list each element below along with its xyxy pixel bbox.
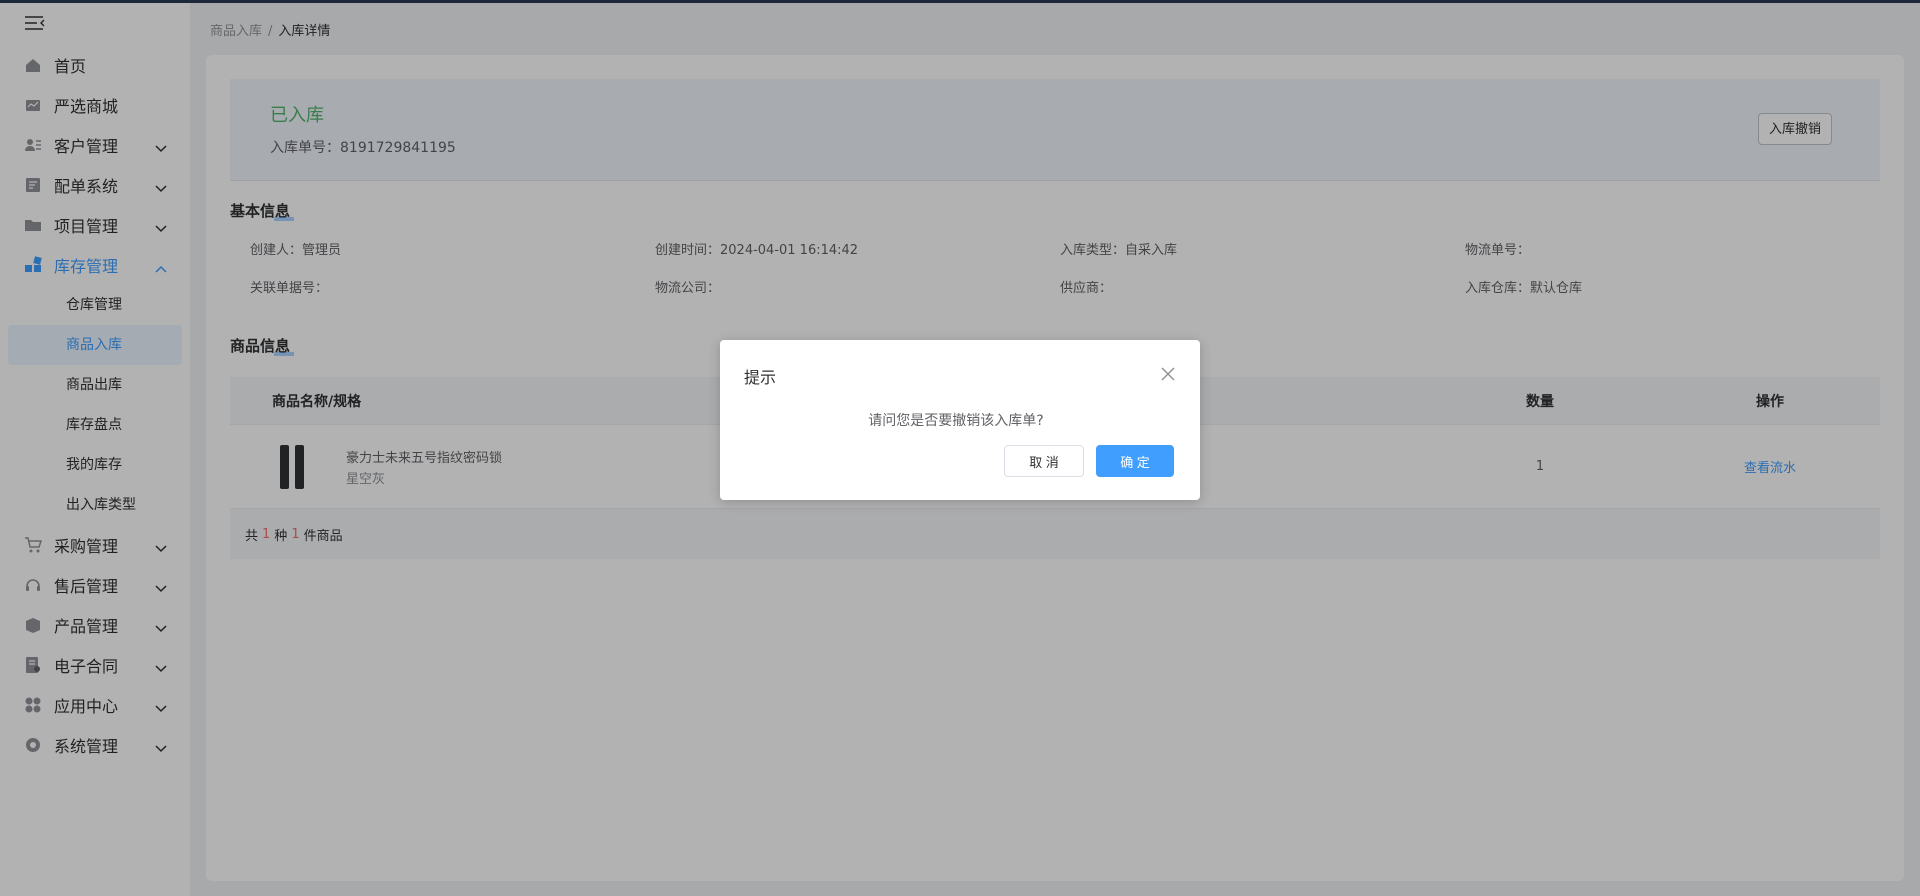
- dialog-title: 提示: [744, 368, 777, 387]
- cancel-button[interactable]: 取 消: [1004, 445, 1084, 477]
- confirm-dialog: 提示 请问您是否要撤销该入库单? 取 消 确 定: [720, 340, 1200, 500]
- confirm-button[interactable]: 确 定: [1096, 445, 1174, 477]
- close-icon[interactable]: [1160, 366, 1176, 382]
- dialog-message: 请问您是否要撤销该入库单?: [868, 413, 1044, 429]
